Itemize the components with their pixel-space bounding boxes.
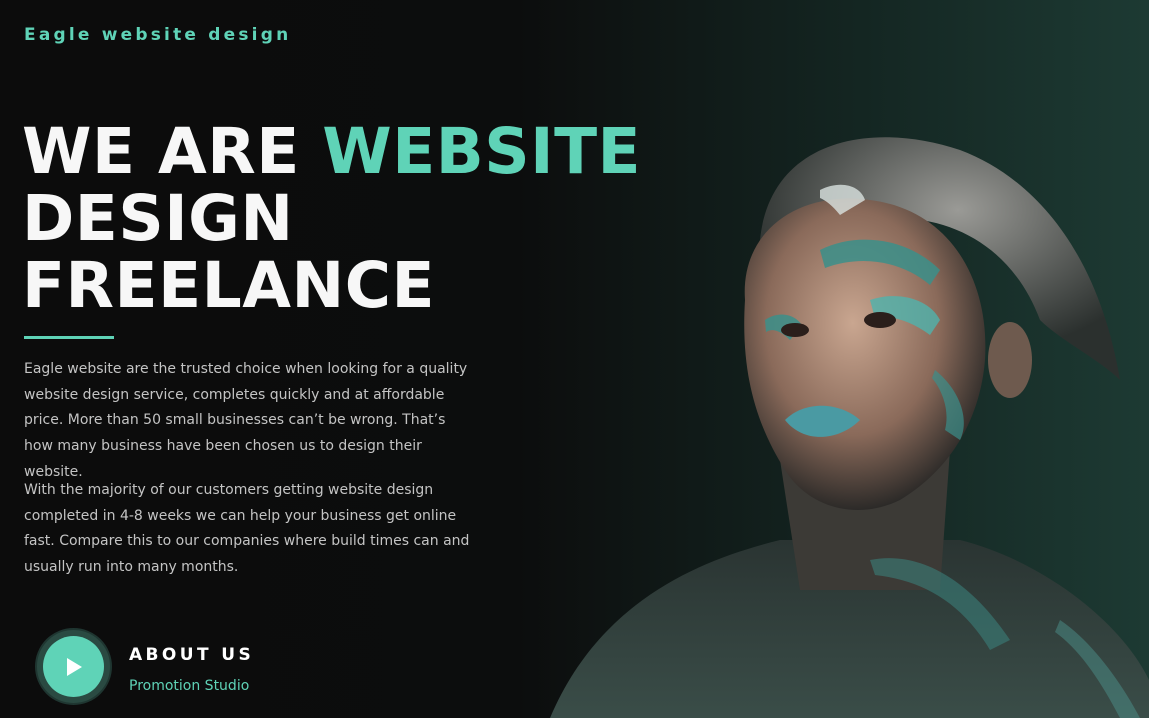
brand-logo-text[interactable]: Eagle website design	[24, 25, 291, 45]
intro-paragraph-2: With the majority of our customers getti…	[24, 482, 470, 576]
hero-portrait-image	[550, 137, 1149, 718]
headline-line2: DESIGN	[22, 182, 294, 255]
headline-line3: FREELANCE	[22, 249, 436, 322]
play-icon	[66, 657, 82, 676]
headline-part1: WE ARE	[22, 115, 323, 188]
headline-divider	[24, 336, 114, 339]
about-us-subtitle: Promotion Studio	[129, 678, 250, 694]
intro-paragraph-1: Eagle website are the trusted choice whe…	[24, 361, 468, 480]
play-video-button[interactable]	[35, 628, 112, 705]
play-button-inner[interactable]	[43, 636, 104, 697]
about-us-title[interactable]: ABOUT US	[129, 645, 254, 665]
